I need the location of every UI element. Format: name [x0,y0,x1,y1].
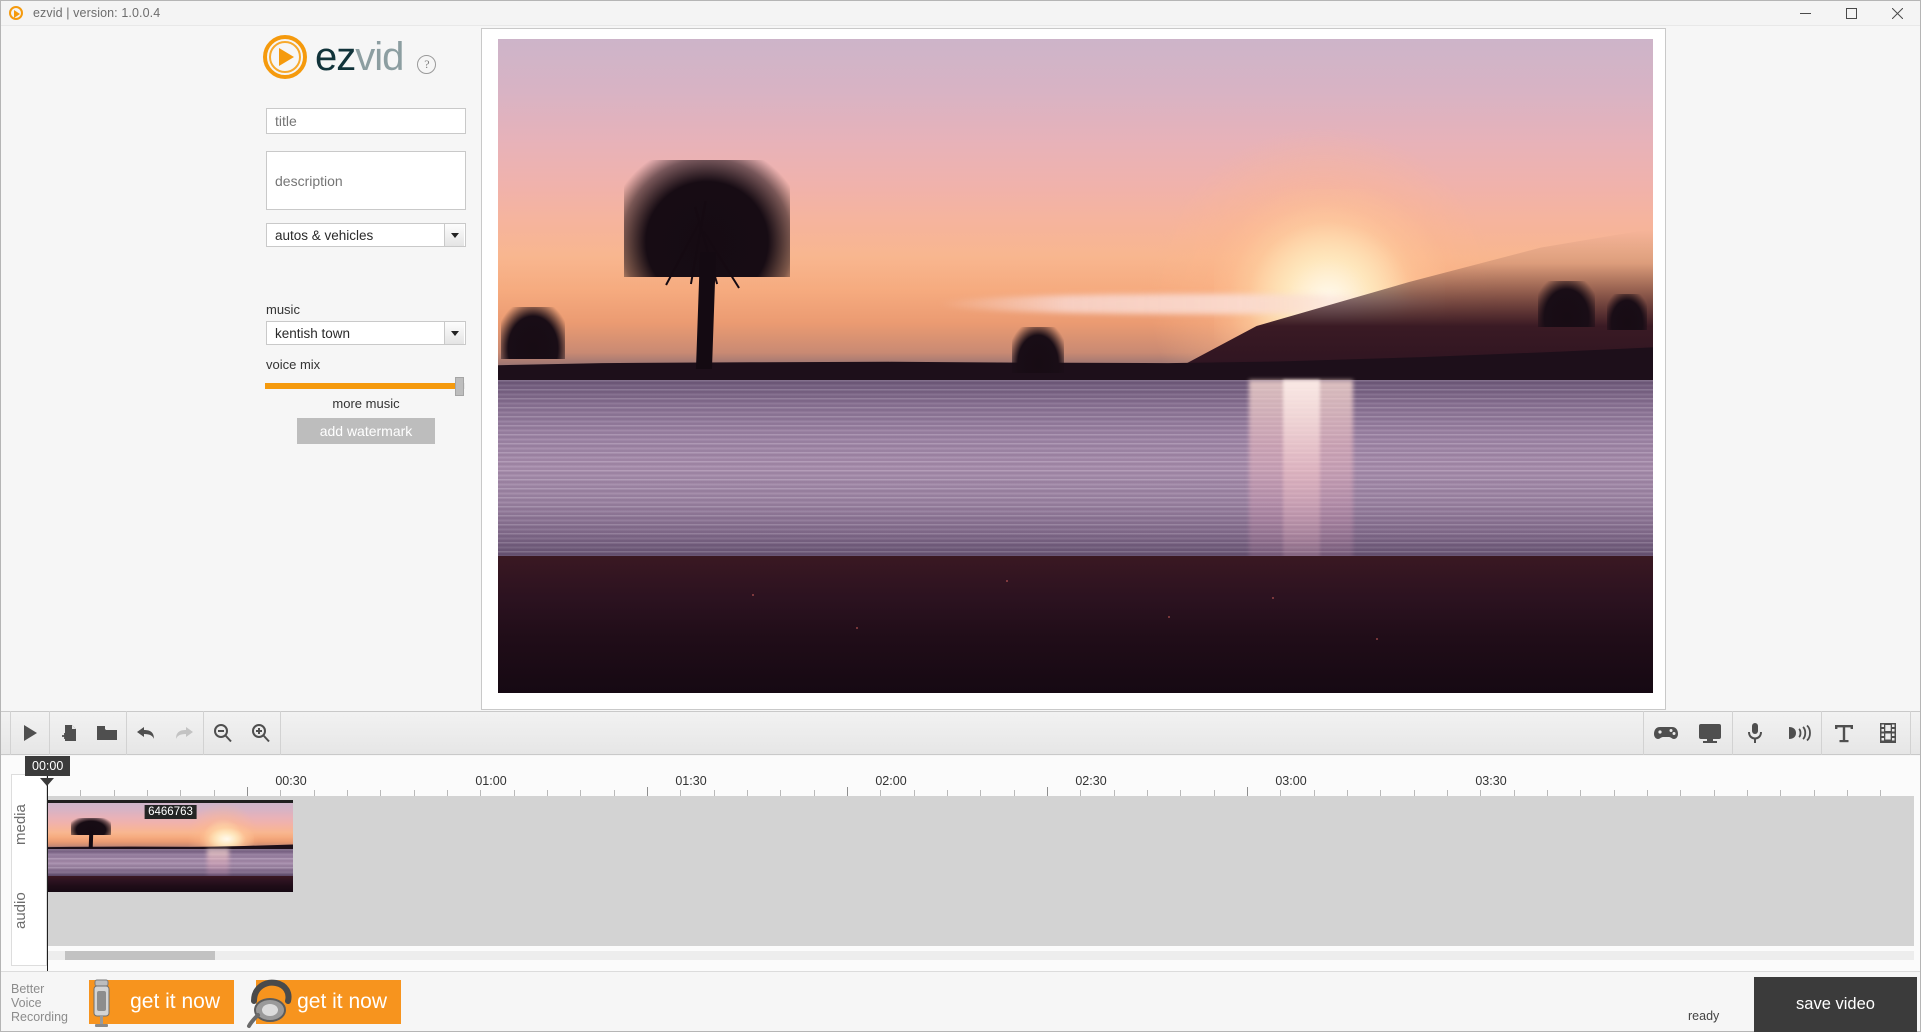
app-logo: ezvid ? [263,35,437,79]
help-icon[interactable]: ? [417,54,437,74]
settings-panel: ezvid ? autos & vehicles music kentish t… [1,27,481,710]
ruler-tick [1247,787,1248,796]
category-select-value: autos & vehicles [275,227,374,243]
window-title: ezvid | version: 1.0.0.4 [33,6,161,20]
music-select[interactable]: kentish town [266,321,466,345]
redo-icon[interactable] [165,711,203,755]
promo-button-label: get it now [297,990,387,1013]
ezvid-window: ezvid | version: 1.0.0.4 ezvid ? title d… [0,0,1921,1032]
ruler-label: 01:00 [475,774,507,788]
timeline-tracks[interactable]: 6466763 [48,796,1914,946]
video-preview[interactable] [498,39,1653,693]
status-text: ready [1688,1009,1720,1023]
ruler-tick [647,787,648,796]
title-bar: ezvid | version: 1.0.0.4 [1,1,1920,26]
slider-fill [265,383,457,389]
monitor-icon[interactable] [1688,711,1732,755]
filmstrip-icon[interactable] [1866,711,1910,755]
maximize-button[interactable] [1828,1,1874,26]
text-icon[interactable] [1822,711,1866,755]
gamepad-icon[interactable] [1644,711,1688,755]
title-input[interactable] [266,108,466,134]
more-music-link[interactable]: more music [266,396,466,411]
preview-bush [501,307,565,360]
voice-mix-slider[interactable] [265,377,465,396]
voice-mix-label: voice mix [266,357,321,372]
preview-foreground [498,555,1653,693]
promo-microphone-button[interactable]: get it now [89,979,234,1027]
play-icon[interactable] [11,711,49,755]
timeline-scrollbar[interactable] [48,951,1914,960]
playhead-marker [40,778,54,786]
bottom-bar: Better Voice Recording get it now get it… [1,971,1920,1031]
playhead-time: 00:00 [25,756,71,776]
ruler-tick [247,787,248,796]
category-select[interactable]: autos & vehicles [266,223,466,247]
promo-label-line: Recording [11,1010,68,1024]
chevron-down-icon[interactable] [444,224,464,246]
undo-icon[interactable] [127,711,165,755]
ruler-tick [1047,787,1048,796]
music-label: music [266,302,300,317]
slider-handle[interactable] [455,377,464,396]
preview-bush [1606,294,1648,331]
ruler-label: 03:30 [1475,774,1507,788]
play-circle-icon [7,4,25,22]
logo-play-icon [263,35,307,79]
ruler-label: 02:30 [1075,774,1107,788]
save-video-button[interactable]: save video [1754,977,1917,1032]
ruler-label: 00:30 [275,774,307,788]
editor-toolbar [1,711,1920,755]
chevron-down-icon[interactable] [444,322,464,344]
track-label-media: media [12,804,29,846]
headset-product-icon [246,977,292,1029]
add-watermark-button[interactable]: add watermark [297,418,435,444]
timeline: media audio 00:30 01:00 01:30 02:00 02:3… [1,756,1920,971]
promo-headset-button[interactable]: get it now [247,979,401,1028]
ruler-label: 03:00 [1275,774,1307,788]
microphone-product-icon [79,977,125,1029]
window-controls [1782,1,1920,26]
preview-water [498,380,1653,564]
zoom-out-icon[interactable] [204,711,242,755]
track-label-column: media audio [11,774,47,966]
preview-bush [1537,280,1596,327]
logo-wordmark: ezvid [315,35,404,79]
microphone-icon[interactable] [1733,711,1777,755]
timeline-clip[interactable]: 6466763 [48,800,293,892]
logo-text-ez: ez [315,35,356,79]
minimize-button[interactable] [1782,1,1828,26]
preview-bush [1011,326,1064,373]
close-button[interactable] [1874,1,1920,26]
music-select-value: kentish town [275,325,351,341]
logo-text-vid: vid [355,35,404,79]
promo-label: Better Voice Recording [11,982,68,1024]
zoom-in-icon[interactable] [242,711,280,755]
preview-tree [620,159,793,370]
timeline-ruler[interactable]: 00:30 01:00 01:30 02:00 02:30 03:00 03:3… [47,774,1913,796]
speech-icon[interactable] [1777,711,1821,755]
track-label-audio: audio [12,892,29,930]
timeline-playhead[interactable]: 00:00 [25,756,71,971]
scrollbar-thumb[interactable] [65,951,215,960]
clip-label: 6466763 [144,805,197,819]
promo-label-line: Better [11,982,45,996]
description-input[interactable] [266,151,466,210]
ruler-tick [847,787,848,796]
ruler-label: 02:00 [875,774,907,788]
new-file-icon[interactable] [50,711,88,755]
promo-button-label: get it now [130,990,220,1013]
ruler-label: 01:30 [675,774,707,788]
promo-label-line: Voice [11,996,42,1010]
open-folder-icon[interactable] [88,711,126,755]
